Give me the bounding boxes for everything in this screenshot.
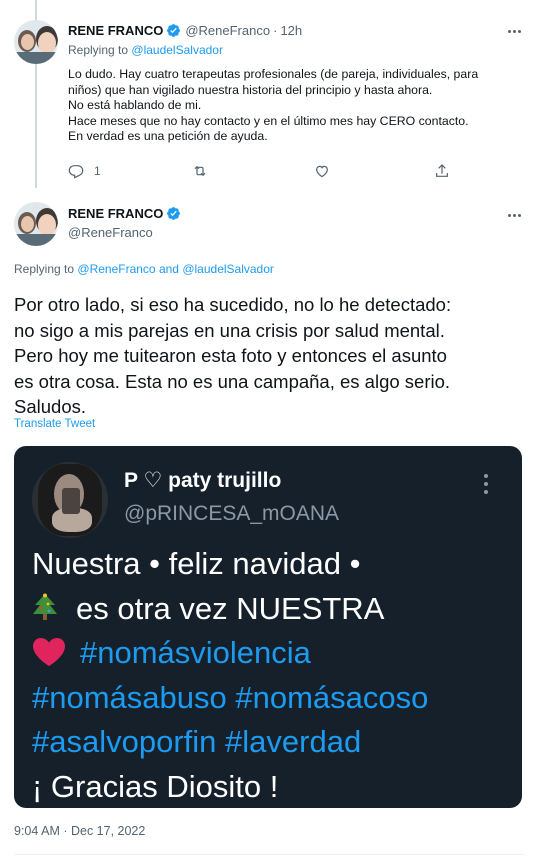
tweet-text-line: no sigo a mis parejas en una crisis por … [14,319,445,341]
tweet-text-line: Pero hoy me tuitearon esta foto y entonc… [14,345,447,366]
divider [14,854,524,855]
tweet-text-line: No está hablando de mi. [68,98,202,112]
replying-and: and [158,262,179,276]
more-options-icon[interactable] [504,208,524,222]
handle-row: @ReneFranco [68,225,153,240]
retweet-button[interactable] [192,163,208,179]
reply-button[interactable]: 1 [68,163,101,179]
like-button[interactable] [314,163,330,179]
embedded-line: Nuestra • feliz navidad • [32,546,361,581]
embedded-line-text: es otra vez NUESTRA [76,590,385,626]
red-heart-icon [33,638,65,666]
replying-prefix: Replying to [14,262,75,276]
embedded-line: ¡ Gracias Diosito ! [32,768,279,804]
verified-badge-icon [167,24,181,37]
tweet-header: RENE FRANCO @ReneFranco · 12h [68,23,302,38]
display-name[interactable]: RENE FRANCO [68,23,163,38]
embedded-more-icon [482,474,490,496]
tweet-text-line: es otra cosa. Esta no es una campaña, es… [14,370,451,392]
more-options-icon[interactable] [504,24,524,38]
embedded-line: #asalvoporfin #laverdad [32,720,512,765]
mention-link[interactable]: @laudelSalvador [182,262,274,276]
display-name[interactable]: RENE FRANCO [68,206,163,221]
hashtag: #nomásacoso [235,679,429,715]
mention-link[interactable]: @laudelSalvador [131,43,223,57]
avatar[interactable] [14,202,58,246]
embedded-display-name: P ♡ paty trujillo [124,469,282,492]
handle[interactable]: @ReneFranco [68,225,153,240]
tweet-text-line: Saludos. [14,396,86,417]
share-button[interactable] [434,163,450,179]
embedded-line: #nomásviolencia [32,631,512,676]
embedded-avatar [32,462,108,538]
tweet-timestamp[interactable]: 9:04 AM · Dec 17, 2022 [14,824,145,838]
tweet-text-line: En verdad es una petición de ayuda. [68,129,268,143]
separator-dot: · [273,23,278,38]
embedded-handle: @pRINCESA_mOANA [124,502,340,525]
replying-to: Replying to @ReneFranco and @laudelSalva… [14,262,274,276]
handle[interactable]: @ReneFranco [185,23,270,38]
replying-prefix: Replying to [68,43,129,57]
embedded-tweet-text: Nuestra • feliz navidad • es otra vez NU… [32,542,512,808]
replying-to: Replying to @laudelSalvador [68,43,223,57]
reply-count: 1 [94,164,101,178]
hashtag: #nomásviolencia [80,635,311,670]
reply-tweet[interactable]: RENE FRANCO @ReneFranco · 12h Replying t… [0,0,534,190]
embedded-line: es otra vez NUESTRA [32,587,512,632]
tweet-text-line: Hace meses que no hay contacto y en el ú… [68,113,469,128]
tweet-media-image[interactable]: P ♡ paty trujillo @pRINCESA_mOANA Nuestr… [14,446,522,808]
hashtag: #nomásabuso [32,679,227,715]
tweet-time[interactable]: 12h [280,23,302,38]
mention-link[interactable]: @ReneFranco [77,262,155,276]
share-icon [436,164,448,177]
christmas-tree-icon [33,593,57,620]
tweet-header: RENE FRANCO [68,206,185,221]
like-icon [316,165,328,178]
tweet-actions: 1 [68,163,458,181]
hashtag: #laverdad [225,724,362,759]
embedded-line: #nomásabuso #nomásacoso [32,676,512,721]
translate-tweet-link[interactable]: Translate Tweet [14,418,95,430]
avatar[interactable] [14,20,58,64]
hashtag: #asalvoporfin [32,724,217,759]
tweet-text: Por otro lado, si eso ha sucedido, no lo… [14,292,524,420]
tweet-text-line: niños) que han vigilado nuestra historia… [68,82,433,97]
retweet-icon [194,165,206,177]
reply-icon [68,165,84,179]
tweet-text-line: Por otro lado, si eso ha sucedido, no lo… [14,294,452,315]
tweet-text: Lo dudo. Hay cuatro terapeutas profesion… [68,67,526,145]
verified-badge-icon [167,207,181,220]
tweet-text-line: Lo dudo. Hay cuatro terapeutas profesion… [68,67,479,81]
